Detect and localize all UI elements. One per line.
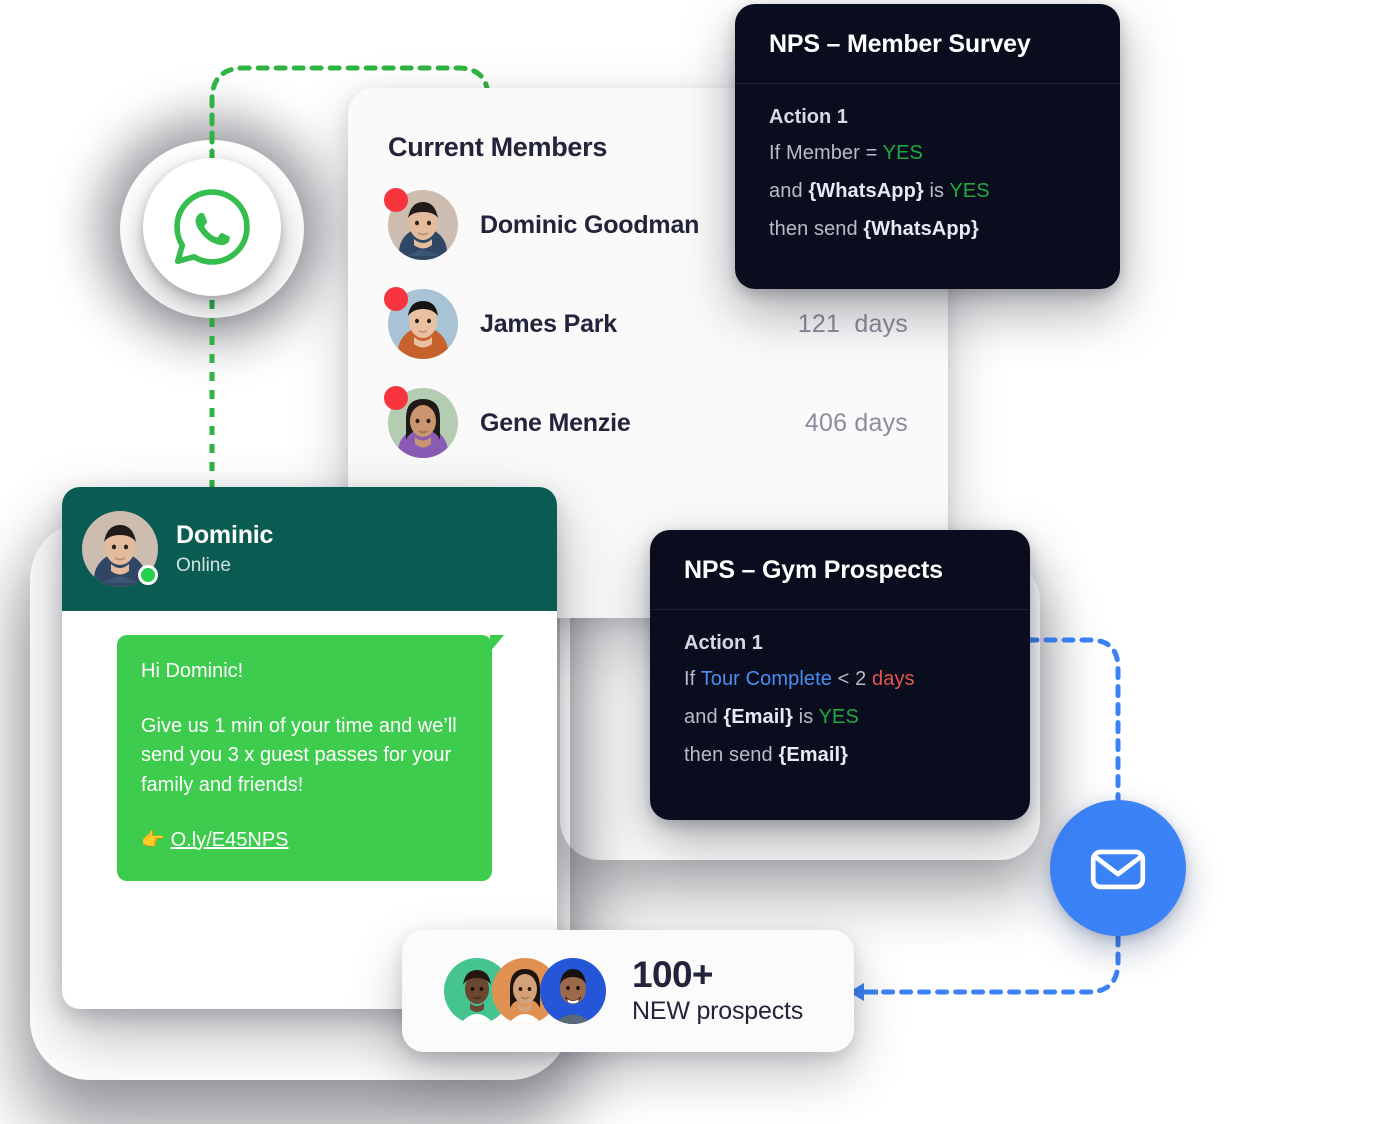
rule-1-text: If Member = — [769, 142, 883, 164]
prospects-label: NEW prospects — [632, 997, 804, 1025]
prospects-count-block: 100+ NEW prospects — [632, 956, 803, 1026]
message-body: Give us 1 min of your time and we’ll sen… — [141, 715, 457, 796]
rule-1-unit: days — [872, 668, 915, 690]
table-row[interactable]: James Park 121 days — [384, 287, 908, 361]
whatsapp-channel-icon[interactable] — [143, 158, 281, 296]
pointing-hand-icon: 👉 — [141, 829, 165, 851]
rule-line-3: then send {WhatsApp} — [769, 219, 1086, 239]
rule-2-value: YES — [949, 180, 990, 202]
avatar — [384, 386, 458, 458]
rule-2-value: YES — [818, 706, 859, 728]
avatar[interactable] — [82, 511, 158, 587]
avatar-stack — [444, 958, 606, 1024]
status-badge — [384, 386, 408, 410]
avatar — [384, 287, 458, 359]
rule-1-value: YES — [882, 142, 923, 164]
member-name: James Park — [480, 309, 618, 338]
chat-contact-meta: Dominic Online — [176, 521, 273, 577]
message-link-row: 👉 O.ly/E45NPS — [141, 826, 468, 855]
card-title: NPS – Gym Prospects — [684, 556, 943, 584]
rule-1-if: If — [684, 668, 696, 690]
rule-3-prefix: then send — [684, 744, 773, 766]
rule-line-2: and {Email} is YES — [684, 707, 996, 727]
rule-2-field: {Email} — [723, 706, 793, 728]
table-row[interactable]: Gene Menzie 406 days — [384, 386, 908, 460]
chat-contact-status: Online — [176, 555, 231, 576]
rule-1-field: Tour Complete — [700, 668, 832, 690]
rule-line-1: If Tour Complete < 2 days — [684, 669, 996, 689]
diagram-stage: Current Members Dominic Goodman James Pa… — [0, 0, 1400, 1124]
card-body: Action 1 If Tour Complete < 2 days and {… — [650, 610, 1030, 765]
avatar-prospect-3 — [540, 958, 606, 1024]
action-label: Action 1 — [684, 632, 763, 654]
card-header: NPS – Gym Prospects — [650, 530, 1030, 610]
member-name: Dominic Goodman — [480, 210, 700, 239]
nps-member-survey-card: NPS – Member Survey Action 1 If Member =… — [735, 4, 1120, 289]
rule-2-mid: is — [798, 706, 814, 728]
avatar — [384, 188, 458, 260]
member-days: 121 days — [797, 309, 908, 338]
card-header: NPS – Member Survey — [735, 4, 1120, 84]
prospects-count: 100+ — [632, 954, 714, 995]
member-days: 406 days — [804, 408, 908, 437]
whatsapp-icon — [174, 189, 250, 265]
new-prospects-card: 100+ NEW prospects — [402, 930, 854, 1052]
rule-2-prefix: and — [769, 180, 809, 202]
message-link[interactable]: O.ly/E45NPS — [171, 829, 289, 851]
card-title: NPS – Member Survey — [769, 30, 1031, 58]
nps-gym-prospects-card: NPS – Gym Prospects Action 1 If Tour Com… — [650, 530, 1030, 820]
online-indicator — [138, 565, 158, 585]
rule-1-value: 2 — [855, 668, 867, 690]
member-name: Gene Menzie — [480, 408, 631, 437]
chat-contact-name: Dominic — [176, 521, 274, 549]
rule-line-1: If Member = YES — [769, 143, 1086, 163]
status-badge — [384, 188, 408, 212]
message-greeting: Hi Dominic! — [141, 660, 244, 682]
email-icon — [1090, 849, 1146, 890]
rule-3-field: {WhatsApp} — [863, 218, 979, 240]
action-label: Action 1 — [769, 106, 848, 128]
email-channel-icon[interactable] — [1050, 800, 1186, 936]
rule-2-prefix: and — [684, 706, 718, 728]
rule-line-2: and {WhatsApp} is YES — [769, 181, 1086, 201]
rule-1-operator: < — [837, 668, 850, 690]
rule-line-3: then send {Email} — [684, 745, 996, 765]
rule-3-prefix: then send — [769, 218, 864, 240]
status-badge — [384, 287, 408, 311]
rule-3-field: {Email} — [778, 744, 849, 766]
chat-header: Dominic Online — [62, 487, 557, 611]
avatar — [540, 958, 606, 1024]
chat-message-area: Hi Dominic! Give us 1 min of your time a… — [62, 611, 557, 881]
card-body: Action 1 If Member = YES and {WhatsApp} … — [735, 84, 1120, 239]
rule-2-mid: is — [923, 180, 950, 202]
rule-2-field: {WhatsApp} — [808, 180, 924, 202]
chat-bubble-outgoing: Hi Dominic! Give us 1 min of your time a… — [117, 635, 504, 881]
